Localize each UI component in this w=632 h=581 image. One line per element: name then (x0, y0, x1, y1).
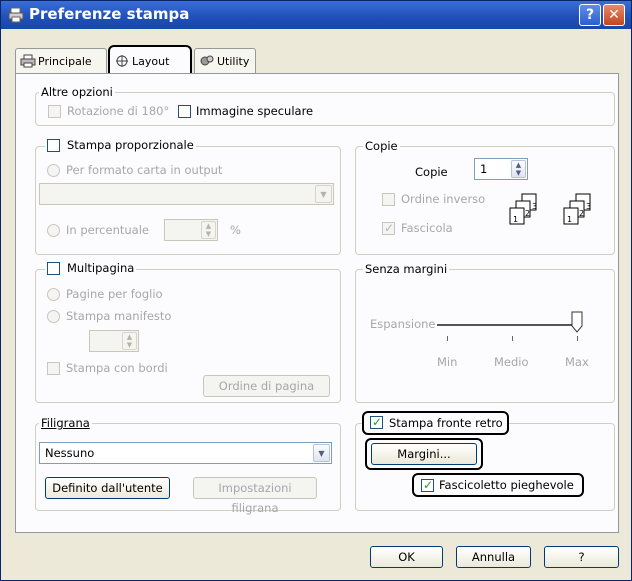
collate-pages-icon: 123 (562, 192, 606, 232)
svg-text:3: 3 (532, 202, 537, 211)
ordine-inverso-checkbox[interactable] (382, 193, 395, 206)
stampa-manifesto-radio[interactable] (47, 310, 60, 323)
fascicola-checkbox[interactable]: ✓ (382, 221, 395, 235)
collate-pages-icon: 123 (508, 192, 552, 232)
per-formato-label: Per formato carta in output (66, 163, 223, 177)
svg-text:2: 2 (525, 209, 530, 218)
slider-tick (577, 336, 578, 341)
per-formato-radio[interactable] (47, 164, 60, 177)
pagine-per-foglio-label: Pagine per foglio (66, 287, 163, 301)
printer-tab-icon (20, 54, 36, 68)
tab-layout[interactable]: Layout (108, 45, 192, 75)
title-bar[interactable]: Preferenze stampa ? ✕ (1, 1, 631, 29)
tab-principale-label: Principale (38, 55, 92, 68)
stampa-fronte-retro-label: Stampa fronte retro (389, 416, 503, 430)
slider-tick (447, 336, 448, 341)
espansione-slider-track[interactable] (437, 324, 579, 326)
medio-label: Medio (494, 355, 529, 369)
print-preferences-window: Preferenze stampa ? ✕ Principale Layout … (0, 0, 632, 581)
window-title: Preferenze stampa (29, 5, 190, 23)
stampa-proporzionale-title: Stampa proporzionale (45, 138, 196, 152)
chevron-down-icon[interactable]: ▼ (315, 185, 332, 203)
stampa-fronte-retro-checkbox[interactable]: ✓ (370, 415, 383, 429)
svg-text:1: 1 (567, 215, 572, 224)
tab-principale[interactable]: Principale (15, 48, 107, 74)
immagine-speculare-label: Immagine speculare (196, 104, 314, 118)
help-button[interactable]: ? (544, 546, 619, 568)
senza-margini-title: Senza margini (363, 262, 450, 276)
margini-button[interactable]: Margini... (371, 443, 477, 465)
formato-carta-select[interactable]: ▼ (39, 183, 334, 205)
printer-app-icon (8, 7, 24, 23)
stampa-proporzionale-checkbox[interactable] (47, 139, 60, 152)
filigrana-select[interactable]: Nessuno ▼ (39, 442, 332, 464)
tab-layout-label: Layout (132, 55, 170, 68)
altre-opzioni-title: Altre opzioni (39, 85, 115, 99)
tab-utility[interactable]: Utility (194, 48, 256, 74)
ok-button[interactable]: OK (370, 546, 443, 568)
impostazioni-filigrana-button[interactable]: Impostazioni filigrana (193, 477, 317, 515)
espansione-slider-thumb[interactable] (571, 311, 583, 333)
rotazione-label: Rotazione di 180° (67, 104, 170, 118)
spinner-icon[interactable]: ▲ ▼ (122, 332, 137, 350)
close-button[interactable]: ✕ (603, 4, 625, 26)
svg-text:3: 3 (586, 202, 591, 211)
in-percentuale-label: In percentuale (66, 223, 149, 237)
copie-title: Copie (363, 139, 400, 153)
svg-text:2: 2 (579, 209, 584, 218)
manifesto-stepper[interactable]: ▲ ▼ (89, 330, 139, 352)
in-percentuale-radio[interactable] (47, 224, 60, 237)
pagine-per-foglio-radio[interactable] (47, 288, 60, 301)
svg-text:1: 1 (513, 215, 518, 224)
stampa-con-bordi-label: Stampa con bordi (66, 361, 168, 375)
chevron-down-icon[interactable]: ▼ (313, 444, 330, 462)
copie-value: 1 (480, 162, 488, 176)
stampa-con-bordi-checkbox[interactable] (47, 362, 60, 375)
fascicoletto-pieghevole-checkbox[interactable]: ✓ (421, 478, 434, 492)
help-title-button[interactable]: ? (579, 4, 601, 26)
ordine-inverso-label: Ordine inverso (401, 192, 486, 206)
copie-label: Copie (415, 165, 448, 179)
min-label: Min (437, 355, 458, 369)
multipagina-checkbox[interactable] (47, 262, 60, 275)
rotazione-checkbox[interactable] (48, 105, 61, 118)
layout-move-icon (114, 54, 130, 68)
definito-dall-utente-button[interactable]: Definito dall'utente (45, 477, 170, 499)
senza-margini-group (355, 269, 615, 403)
percentuale-stepper[interactable]: ▲ ▼ (164, 219, 218, 241)
spinner-icon[interactable]: ▲ ▼ (201, 221, 216, 239)
stampa-manifesto-label: Stampa manifesto (66, 309, 172, 323)
espansione-label: Espansione (370, 317, 436, 331)
tab-utility-label: Utility (217, 55, 250, 68)
utility-tools-icon (199, 54, 215, 68)
fascicoletto-pieghevole-label: Fascicoletto pieghevole (439, 478, 574, 492)
filigrana-value: Nessuno (45, 446, 95, 460)
copie-stepper[interactable]: 1 ▲ ▼ (474, 158, 528, 180)
fascicola-label: Fascicola (401, 221, 453, 235)
filigrana-title: Filigrana (39, 416, 92, 430)
immagine-speculare-checkbox[interactable] (178, 105, 191, 118)
max-label: Max (565, 355, 589, 369)
spinner-icon[interactable]: ▲ ▼ (511, 160, 526, 178)
percent-unit: % (230, 223, 241, 237)
ordine-di-pagina-button[interactable]: Ordine di pagina (203, 375, 330, 397)
slider-tick (512, 336, 513, 341)
annulla-button[interactable]: Annulla (456, 546, 531, 568)
